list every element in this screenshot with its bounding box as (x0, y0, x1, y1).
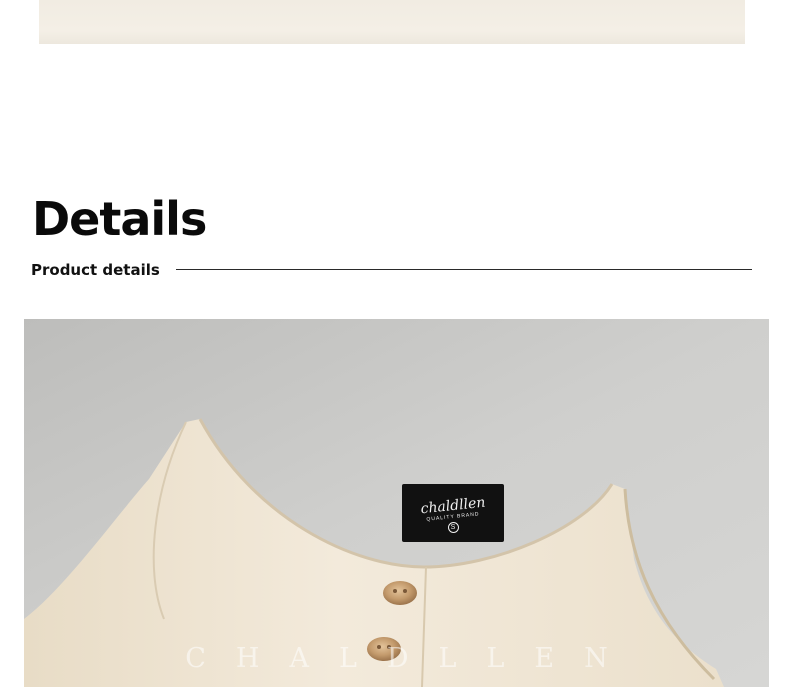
button-icon (383, 581, 417, 605)
previous-product-image (39, 0, 745, 44)
divider-line (176, 269, 752, 270)
section-title: Details (32, 192, 207, 246)
label-size: S (447, 522, 459, 533)
brand-label-text: chaldllen QUALITY BRAND S (402, 484, 504, 542)
brand-watermark: CHALDLLEN (185, 643, 638, 674)
product-photo: chaldllen QUALITY BRAND S CHALDLLEN (24, 319, 769, 687)
section-subtitle: Product details (31, 261, 160, 279)
vest-illustration (24, 319, 769, 687)
